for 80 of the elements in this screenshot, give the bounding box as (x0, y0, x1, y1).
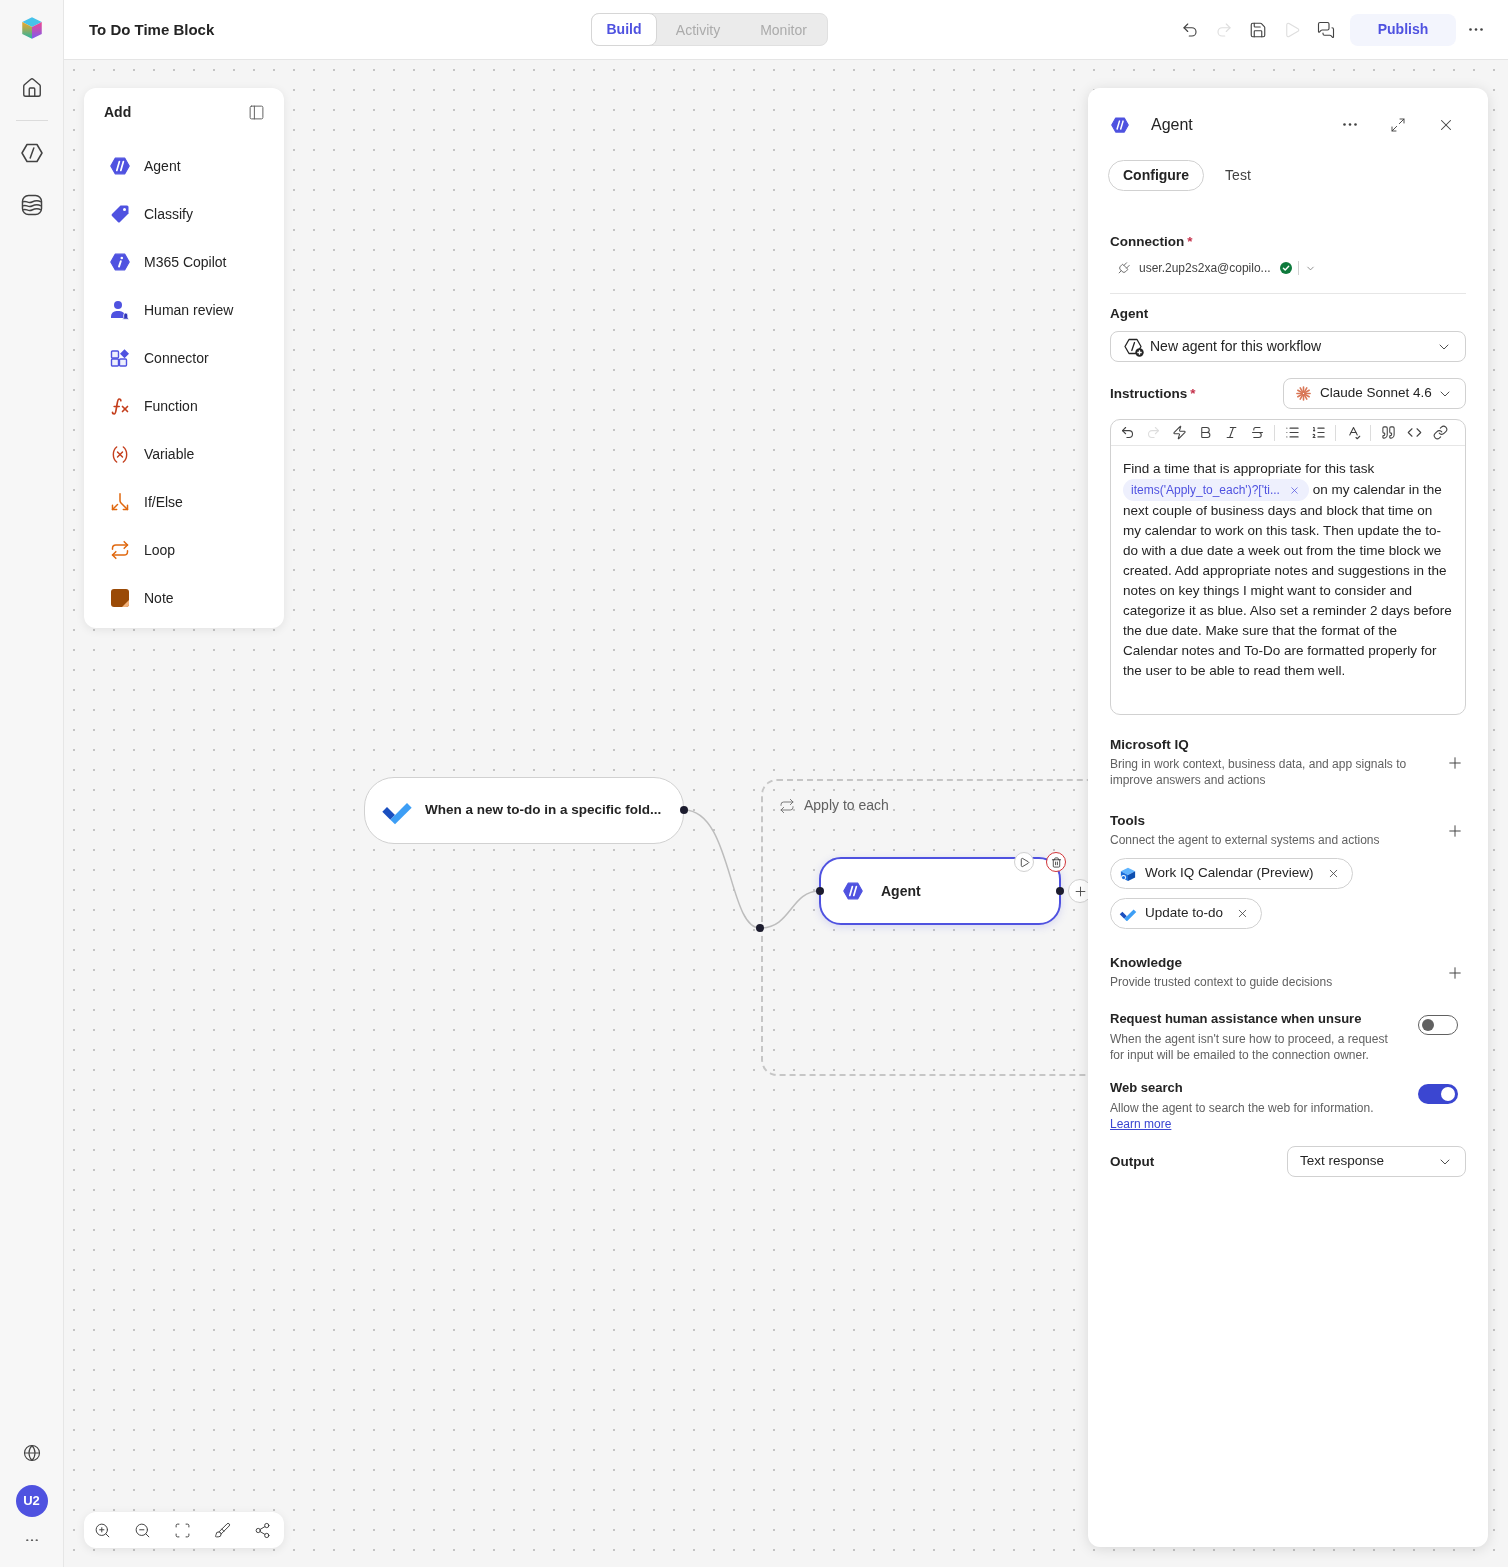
expand-icon (1390, 117, 1406, 133)
field-label: Output (1110, 1153, 1155, 1170)
agent-node[interactable]: Agent (819, 857, 1061, 925)
add-item[interactable]: Classify (84, 190, 284, 238)
instructions-text: Find a time that is appropriate for this task items('Apply_to_each')?['ti... on my calendar in the next couple of business days and block that time on my calendar to work on this task. Then update the to-do with a due date a week out from the time block we created. Add appropriate notes and suggestions in the notes on key things I might want to consider and categorize it as blue. Also set a reminder 2 days before the due date. Make sure that the format of the Calendar notes and To-Do are formatted properly for the user to be able to read them well. (1122, 460, 1453, 680)
user-avatar[interactable]: U2 (15, 1485, 48, 1517)
note-icon (110, 588, 130, 608)
share-icon (253, 1521, 271, 1539)
output-dropdown[interactable]: Text response (1287, 1146, 1466, 1177)
parentheses-x-icon (110, 443, 130, 465)
section-title: Knowledge (1110, 955, 1183, 971)
workflow-title: To Do Time Block (89, 20, 215, 38)
sparkle-icon (1296, 386, 1311, 401)
blocks-icon (110, 348, 130, 368)
token-chip[interactable]: items('Apply_to_each')?['ti... (1123, 479, 1309, 501)
add-item[interactable]: Human review (84, 286, 284, 334)
home-icon (20, 77, 43, 99)
panel-title: Add (104, 102, 132, 122)
tag-icon (110, 204, 130, 224)
split-arrow-icon (110, 492, 130, 512)
plus-icon (1072, 883, 1088, 899)
more-icon (1469, 27, 1483, 32)
frame-corners-icon (173, 1521, 191, 1539)
section-description: Provide trusted context to guide decisions (1110, 974, 1333, 990)
person-bell-icon (110, 300, 130, 320)
zoom-out-icon (133, 1521, 151, 1539)
zoom-in-icon (93, 1521, 111, 1539)
add-item[interactable]: M365 Copilot (84, 238, 284, 286)
add-item[interactable]: Note (84, 574, 284, 622)
trigger-node[interactable]: When a new to-do in a specific fold... (364, 777, 684, 844)
add-item[interactable]: Function (84, 382, 284, 430)
globe-icon (22, 1444, 41, 1462)
setting-description: When the agent isn't sure how to proceed, a request for input will be emailed to the connection owner. (1110, 1031, 1389, 1063)
remove-icon (1288, 484, 1300, 496)
add-item[interactable]: If/Else (84, 478, 284, 526)
agent-dropdown[interactable]: New agent for this workflow (1110, 331, 1466, 362)
trash-icon (1050, 856, 1062, 868)
more-icon (1343, 123, 1357, 127)
toggle-switch[interactable] (1418, 1084, 1458, 1104)
slashed-hexagon-icon (843, 882, 863, 900)
panel-tab[interactable]: Test (1210, 160, 1266, 191)
more-icon (25, 1538, 38, 1542)
setting-description: Allow the agent to search the web for information. (1110, 1100, 1374, 1116)
publish-button[interactable]: Publish (1350, 13, 1456, 46)
hexagon-plus-icon (1124, 336, 1144, 357)
section-description: Connect the agent to external systems and actions (1110, 832, 1380, 848)
add-item[interactable]: Connector (84, 334, 284, 382)
view-tab[interactable]: Build (591, 13, 657, 46)
loop-label: Apply to each (804, 796, 889, 815)
slashed-hexagon-icon (110, 157, 130, 175)
waves-icon (20, 194, 43, 216)
field-label: Agent (1110, 306, 1149, 322)
model-dropdown[interactable]: Claude Sonnet 4.6 (1283, 378, 1466, 409)
setting-title: Web search (1110, 1080, 1184, 1096)
learn-more-link[interactable]: Learn more (1110, 1116, 1172, 1132)
hexagon-slash-icon (20, 143, 43, 163)
section-title: Tools (1110, 813, 1146, 829)
play-icon (1019, 856, 1030, 868)
repeat-icon (779, 797, 795, 814)
repeat-icon (110, 540, 130, 560)
info-hexagon-icon (110, 253, 130, 271)
brush-icon (213, 1521, 231, 1539)
instructions-editor[interactable] (1110, 419, 1466, 715)
panel-title: Agent (1151, 115, 1193, 135)
connection-picker[interactable]: user.2up2s2xa@copilo... (1110, 258, 1316, 278)
setting-title: Request human assistance when unsure (1110, 1011, 1363, 1027)
slashed-hexagon-icon (1111, 116, 1129, 134)
toggle-switch[interactable] (1418, 1015, 1458, 1035)
section-title: Microsoft IQ (1110, 737, 1190, 753)
add-item[interactable]: Loop (84, 526, 284, 574)
add-item[interactable]: Variable (84, 430, 284, 478)
add-item[interactable]: Agent (84, 142, 284, 190)
fx-icon (110, 395, 130, 417)
field-label: Connection * (1110, 234, 1193, 250)
delete-button[interactable] (1046, 852, 1066, 872)
section-description: Bring in work context, business data, and app signals to improve answers and actions (1110, 756, 1408, 788)
field-label: Instructions * (1110, 385, 1196, 402)
run-button[interactable] (1014, 852, 1034, 872)
box-icon (1119, 865, 1137, 882)
panel-left-icon (247, 103, 265, 121)
